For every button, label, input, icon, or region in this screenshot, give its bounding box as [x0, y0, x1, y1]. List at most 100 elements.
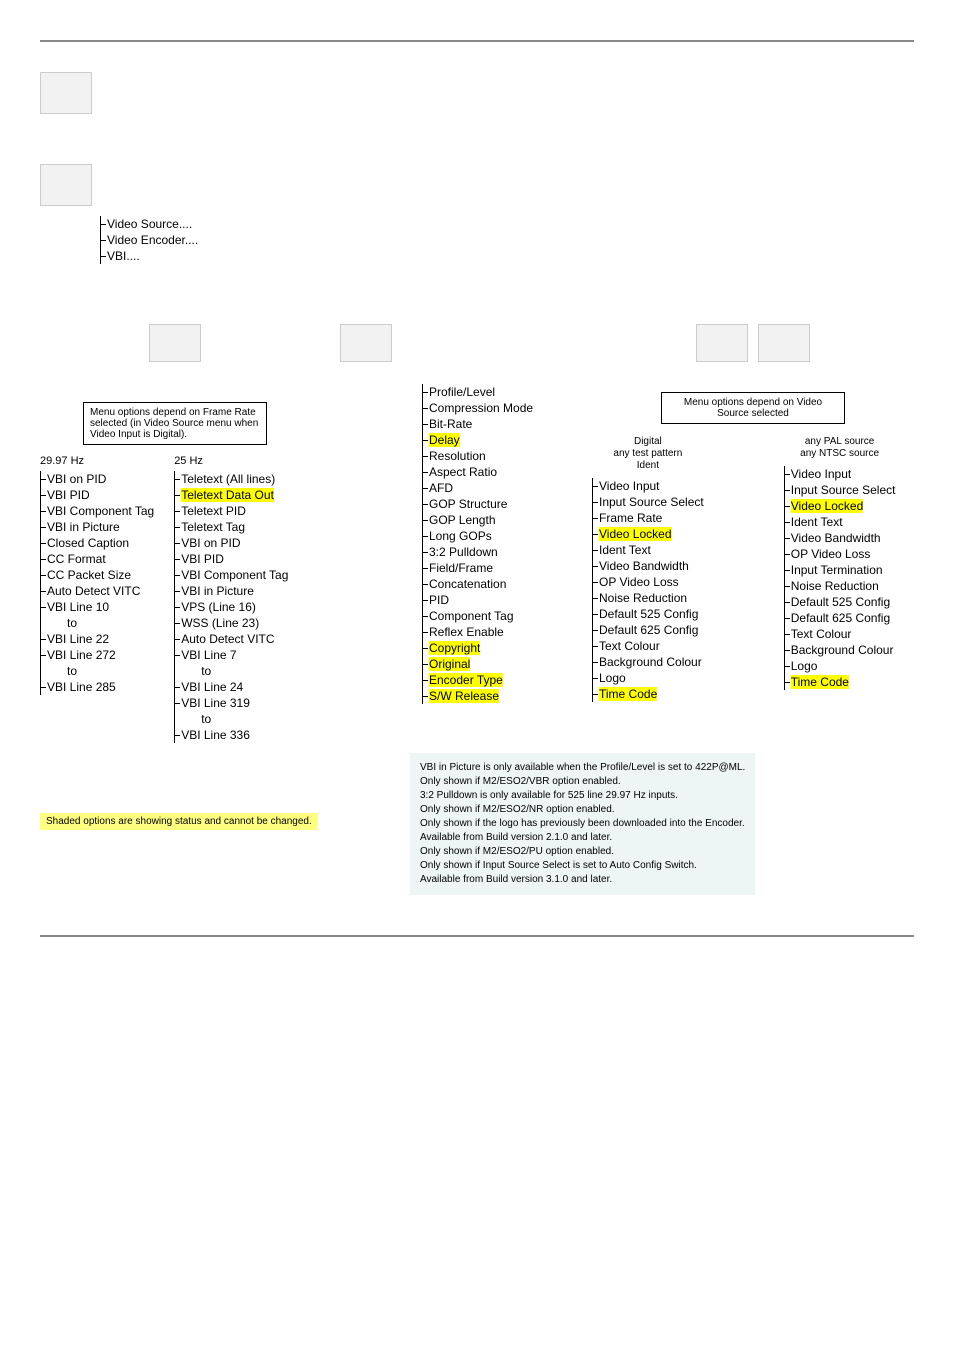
list-item: Auto Detect VITC — [47, 583, 154, 599]
encoder-block: Profile/LevelCompression ModeBit-RateDel… — [422, 324, 562, 704]
list-item: VBI Component Tag — [181, 567, 288, 583]
root-boxes — [40, 72, 914, 206]
list-item: VBI Component Tag — [47, 503, 154, 519]
list-item: Default 625 Config — [599, 622, 704, 638]
list-item: VPS (Line 16) — [181, 599, 288, 615]
source-box-1 — [696, 324, 748, 362]
footnote-line: Available from Build version 3.1.0 and l… — [420, 873, 745, 887]
footnotes-box: VBI in Picture is only available when th… — [410, 753, 755, 895]
footnote-line: Only shown if M2/ESO2/NR option enabled. — [420, 803, 745, 817]
list-item: Original — [429, 656, 562, 672]
list-item: Frame Rate — [599, 510, 704, 526]
top-rule — [40, 40, 914, 42]
list-item: Time Code — [791, 674, 896, 690]
list-item: Ident Text — [599, 542, 704, 558]
footnote-line: Only shown if the logo has previously be… — [420, 817, 745, 831]
list-item: VBI Line 10 — [47, 599, 154, 615]
list-item: Copyright — [429, 640, 562, 656]
list-item: GOP Structure — [429, 496, 562, 512]
source-right-col: any PAL sourceany NTSC source Video Inpu… — [784, 436, 896, 690]
page: Video Source.... Video Encoder.... VBI..… — [0, 0, 954, 977]
root-video-source: Video Source.... — [107, 216, 914, 232]
spare-box-col — [340, 324, 392, 362]
list-item: GOP Length — [429, 512, 562, 528]
list-item: Encoder Type — [429, 672, 562, 688]
shaded-note: Shaded options are showing status and ca… — [40, 813, 318, 830]
list-item: Video Bandwidth — [599, 558, 704, 574]
list-item: Input Source Select — [791, 482, 896, 498]
list-item: Default 525 Config — [599, 606, 704, 622]
list-item: Concatenation — [429, 576, 562, 592]
footnote-line: Only shown if M2/ESO2/PU option enabled. — [420, 845, 745, 859]
list-item: Ident Text — [791, 514, 896, 530]
vbi-note-box: Menu options depend on Frame Rate select… — [83, 402, 267, 445]
list-item: OP Video Loss — [791, 546, 896, 562]
list-item: Teletext (All lines) — [181, 471, 288, 487]
root-video-encoder: Video Encoder.... — [107, 232, 914, 248]
list-item: VBI PID — [47, 487, 154, 503]
list-item: Video Bandwidth — [791, 530, 896, 546]
list-item: Default 625 Config — [791, 610, 896, 626]
list-item: Text Colour — [791, 626, 896, 642]
list-item: Input Source Select — [599, 494, 704, 510]
list-item: CC Packet Size — [47, 567, 154, 583]
source-right-head: any PAL sourceany NTSC source — [784, 436, 896, 460]
list-item: Time Code — [599, 686, 704, 702]
root-vbi: VBI.... — [107, 248, 914, 264]
list-item: Video Locked — [599, 526, 704, 542]
list-item: Compression Mode — [429, 400, 562, 416]
list-item: VBI on PID — [47, 471, 154, 487]
spare-box — [340, 324, 392, 362]
list-item: VBI Line 7 — [181, 647, 288, 663]
list-item: Video Locked — [791, 498, 896, 514]
list-item: Teletext Tag — [181, 519, 288, 535]
footnote-line: Available from Build version 2.1.0 and l… — [420, 831, 745, 845]
list-item: Teletext PID — [181, 503, 288, 519]
vbi-25-label: 25 Hz — [174, 455, 288, 467]
bottom-rule — [40, 935, 914, 937]
list-item: Component Tag — [429, 608, 562, 624]
list-item: Video Input — [599, 478, 704, 494]
list-item: Profile/Level — [429, 384, 562, 400]
vbi-block: Menu options depend on Frame Rate select… — [40, 324, 310, 743]
source-note-box: Menu options depend on Video Source sele… — [661, 392, 845, 424]
list-item: Default 525 Config — [791, 594, 896, 610]
list-item: 3:2 Pulldown — [429, 544, 562, 560]
list-item: Input Termination — [791, 562, 896, 578]
list-item: Closed Caption — [47, 535, 154, 551]
footnote-line: 3:2 Pulldown is only available for 525 l… — [420, 789, 745, 803]
footnote-line: Only shown if Input Source Select is set… — [420, 859, 745, 873]
list-item: Video Input — [791, 466, 896, 482]
list-item: VBI on PID — [181, 535, 288, 551]
list-item: VBI Line 24 — [181, 679, 288, 695]
vbi-29-label: 29.97 Hz — [40, 455, 154, 467]
footnote-line: Only shown if M2/ESO2/VBR option enabled… — [420, 775, 745, 789]
list-item: to — [201, 663, 288, 679]
list-item: Auto Detect VITC — [181, 631, 288, 647]
root-box-1 — [40, 72, 92, 114]
source-left-col: Digitalany test patternIdent Video Input… — [592, 436, 704, 702]
list-item: Long GOPs — [429, 528, 562, 544]
list-item: Background Colour — [599, 654, 704, 670]
source-box-2 — [758, 324, 810, 362]
list-item: Bit-Rate — [429, 416, 562, 432]
vbi-box — [149, 324, 201, 362]
list-item: PID — [429, 592, 562, 608]
list-item: CC Format — [47, 551, 154, 567]
root-tree: Video Source.... Video Encoder.... VBI..… — [100, 216, 914, 264]
list-item: OP Video Loss — [599, 574, 704, 590]
list-item: to — [67, 615, 154, 631]
list-item: VBI Line 319 — [181, 695, 288, 711]
root-box-2 — [40, 164, 92, 206]
footnote-line: VBI in Picture is only available when th… — [420, 761, 745, 775]
list-item: Background Colour — [791, 642, 896, 658]
list-item: to — [201, 711, 288, 727]
list-item: to — [67, 663, 154, 679]
list-item: Delay — [429, 432, 562, 448]
list-item: Text Colour — [599, 638, 704, 654]
list-item: VBI Line 336 — [181, 727, 288, 743]
list-item: WSS (Line 23) — [181, 615, 288, 631]
list-item: Aspect Ratio — [429, 464, 562, 480]
source-block: Menu options depend on Video Source sele… — [592, 324, 914, 702]
list-item: Teletext Data Out — [181, 487, 288, 503]
